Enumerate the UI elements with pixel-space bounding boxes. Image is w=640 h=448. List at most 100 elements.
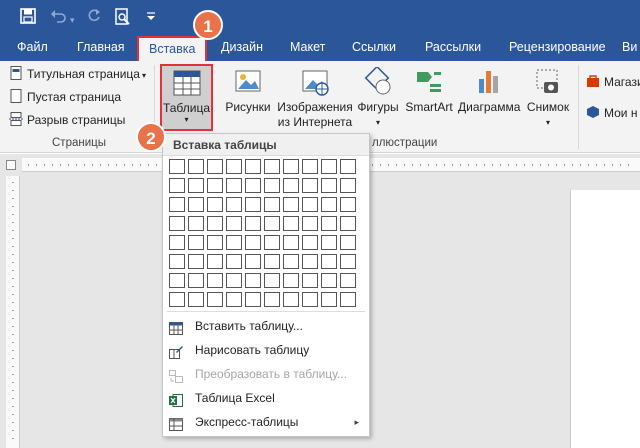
grid-cell[interactable] bbox=[169, 159, 185, 174]
grid-cell[interactable] bbox=[169, 254, 185, 269]
store-button[interactable]: Магази bbox=[586, 73, 640, 92]
grid-cell[interactable] bbox=[283, 197, 299, 212]
vertical-ruler[interactable] bbox=[6, 176, 20, 448]
screenshot-button[interactable]: Снимок ▾ bbox=[523, 67, 573, 130]
grid-cell[interactable] bbox=[283, 254, 299, 269]
grid-cell[interactable] bbox=[302, 178, 318, 193]
grid-cell[interactable] bbox=[302, 197, 318, 212]
grid-cell[interactable] bbox=[264, 254, 280, 269]
grid-cell[interactable] bbox=[340, 197, 356, 212]
online-pictures-button[interactable]: Изображения из Интернета bbox=[277, 67, 353, 130]
grid-cell[interactable] bbox=[264, 178, 280, 193]
grid-cell[interactable] bbox=[321, 254, 337, 269]
tab-insert[interactable]: Вставка bbox=[137, 36, 208, 62]
pictures-button[interactable]: Рисунки bbox=[225, 67, 271, 115]
grid-cell[interactable] bbox=[302, 159, 318, 174]
grid-cell[interactable] bbox=[283, 292, 299, 307]
grid-cell[interactable] bbox=[340, 273, 356, 288]
grid-cell[interactable] bbox=[264, 292, 280, 307]
grid-cell[interactable] bbox=[283, 159, 299, 174]
grid-cell[interactable] bbox=[340, 292, 356, 307]
grid-cell[interactable] bbox=[302, 235, 318, 250]
tab-selector[interactable] bbox=[6, 160, 16, 170]
grid-cell[interactable] bbox=[169, 235, 185, 250]
grid-cell[interactable] bbox=[264, 235, 280, 250]
grid-cell[interactable] bbox=[207, 254, 223, 269]
grid-cell[interactable] bbox=[264, 216, 280, 231]
grid-cell[interactable] bbox=[188, 273, 204, 288]
grid-cell[interactable] bbox=[207, 197, 223, 212]
cover-page-button[interactable]: Титульная страница ▾ bbox=[9, 65, 146, 84]
grid-cell[interactable] bbox=[169, 216, 185, 231]
grid-cell[interactable] bbox=[169, 197, 185, 212]
print-preview-icon[interactable] bbox=[114, 8, 132, 31]
quick-tables-item[interactable]: Экспресс-таблицы ▸ bbox=[163, 411, 369, 434]
grid-cell[interactable] bbox=[340, 254, 356, 269]
grid-cell[interactable] bbox=[321, 159, 337, 174]
grid-cell[interactable] bbox=[321, 235, 337, 250]
grid-cell[interactable] bbox=[302, 254, 318, 269]
grid-cell[interactable] bbox=[340, 178, 356, 193]
grid-cell[interactable] bbox=[188, 159, 204, 174]
tab-review[interactable]: Рецензирование bbox=[509, 34, 606, 61]
grid-cell[interactable] bbox=[283, 235, 299, 250]
undo-icon[interactable] bbox=[50, 8, 68, 29]
save-icon[interactable] bbox=[20, 8, 36, 29]
grid-cell[interactable] bbox=[283, 273, 299, 288]
tab-home[interactable]: Главная bbox=[77, 34, 125, 61]
tab-design[interactable]: Дизайн bbox=[221, 34, 263, 61]
grid-cell[interactable] bbox=[321, 216, 337, 231]
grid-cell[interactable] bbox=[321, 273, 337, 288]
grid-cell[interactable] bbox=[245, 197, 261, 212]
convert-table-item[interactable]: Преобразовать в таблицу... bbox=[163, 363, 369, 386]
grid-cell[interactable] bbox=[283, 178, 299, 193]
grid-cell[interactable] bbox=[321, 292, 337, 307]
grid-cell[interactable] bbox=[245, 216, 261, 231]
grid-cell[interactable] bbox=[264, 197, 280, 212]
grid-cell[interactable] bbox=[169, 292, 185, 307]
shapes-button[interactable]: Фигуры ▾ bbox=[355, 65, 401, 130]
grid-cell[interactable] bbox=[264, 273, 280, 288]
grid-cell[interactable] bbox=[226, 159, 242, 174]
smartart-button[interactable]: SmartArt bbox=[404, 67, 454, 115]
table-button[interactable]: Таблица ▾ bbox=[160, 64, 213, 131]
customize-qat-icon[interactable] bbox=[146, 10, 156, 29]
grid-cell[interactable] bbox=[188, 254, 204, 269]
grid-cell[interactable] bbox=[226, 254, 242, 269]
grid-cell[interactable] bbox=[207, 235, 223, 250]
grid-cell[interactable] bbox=[226, 292, 242, 307]
draw-table-item[interactable]: Нарисовать таблицу bbox=[163, 339, 369, 362]
grid-cell[interactable] bbox=[207, 178, 223, 193]
grid-cell[interactable] bbox=[245, 292, 261, 307]
grid-cell[interactable] bbox=[245, 273, 261, 288]
grid-cell[interactable] bbox=[226, 216, 242, 231]
grid-cell[interactable] bbox=[302, 292, 318, 307]
grid-cell[interactable] bbox=[188, 216, 204, 231]
grid-cell[interactable] bbox=[245, 254, 261, 269]
grid-cell[interactable] bbox=[188, 197, 204, 212]
grid-cell[interactable] bbox=[226, 273, 242, 288]
tab-references[interactable]: Ссылки bbox=[352, 34, 396, 61]
grid-cell[interactable] bbox=[245, 159, 261, 174]
document-page[interactable] bbox=[570, 190, 640, 448]
page-break-button[interactable]: Разрыв страницы bbox=[9, 111, 125, 130]
grid-cell[interactable] bbox=[207, 216, 223, 231]
blank-page-button[interactable]: Пустая страница bbox=[9, 88, 121, 107]
insert-table-item[interactable]: Вставить таблицу... bbox=[163, 315, 369, 338]
grid-cell[interactable] bbox=[245, 235, 261, 250]
grid-cell[interactable] bbox=[321, 178, 337, 193]
grid-cell[interactable] bbox=[264, 159, 280, 174]
chart-button[interactable]: Диаграмма bbox=[458, 67, 520, 115]
grid-cell[interactable] bbox=[340, 159, 356, 174]
grid-cell[interactable] bbox=[321, 197, 337, 212]
excel-table-item[interactable]: Таблица Excel bbox=[163, 387, 369, 410]
grid-cell[interactable] bbox=[340, 235, 356, 250]
tab-mailings[interactable]: Рассылки bbox=[425, 34, 481, 61]
grid-cell[interactable] bbox=[226, 235, 242, 250]
grid-cell[interactable] bbox=[226, 178, 242, 193]
grid-cell[interactable] bbox=[283, 216, 299, 231]
grid-cell[interactable] bbox=[188, 292, 204, 307]
tab-view[interactable]: Ви bbox=[622, 34, 637, 61]
grid-cell[interactable] bbox=[188, 235, 204, 250]
grid-cell[interactable] bbox=[207, 159, 223, 174]
